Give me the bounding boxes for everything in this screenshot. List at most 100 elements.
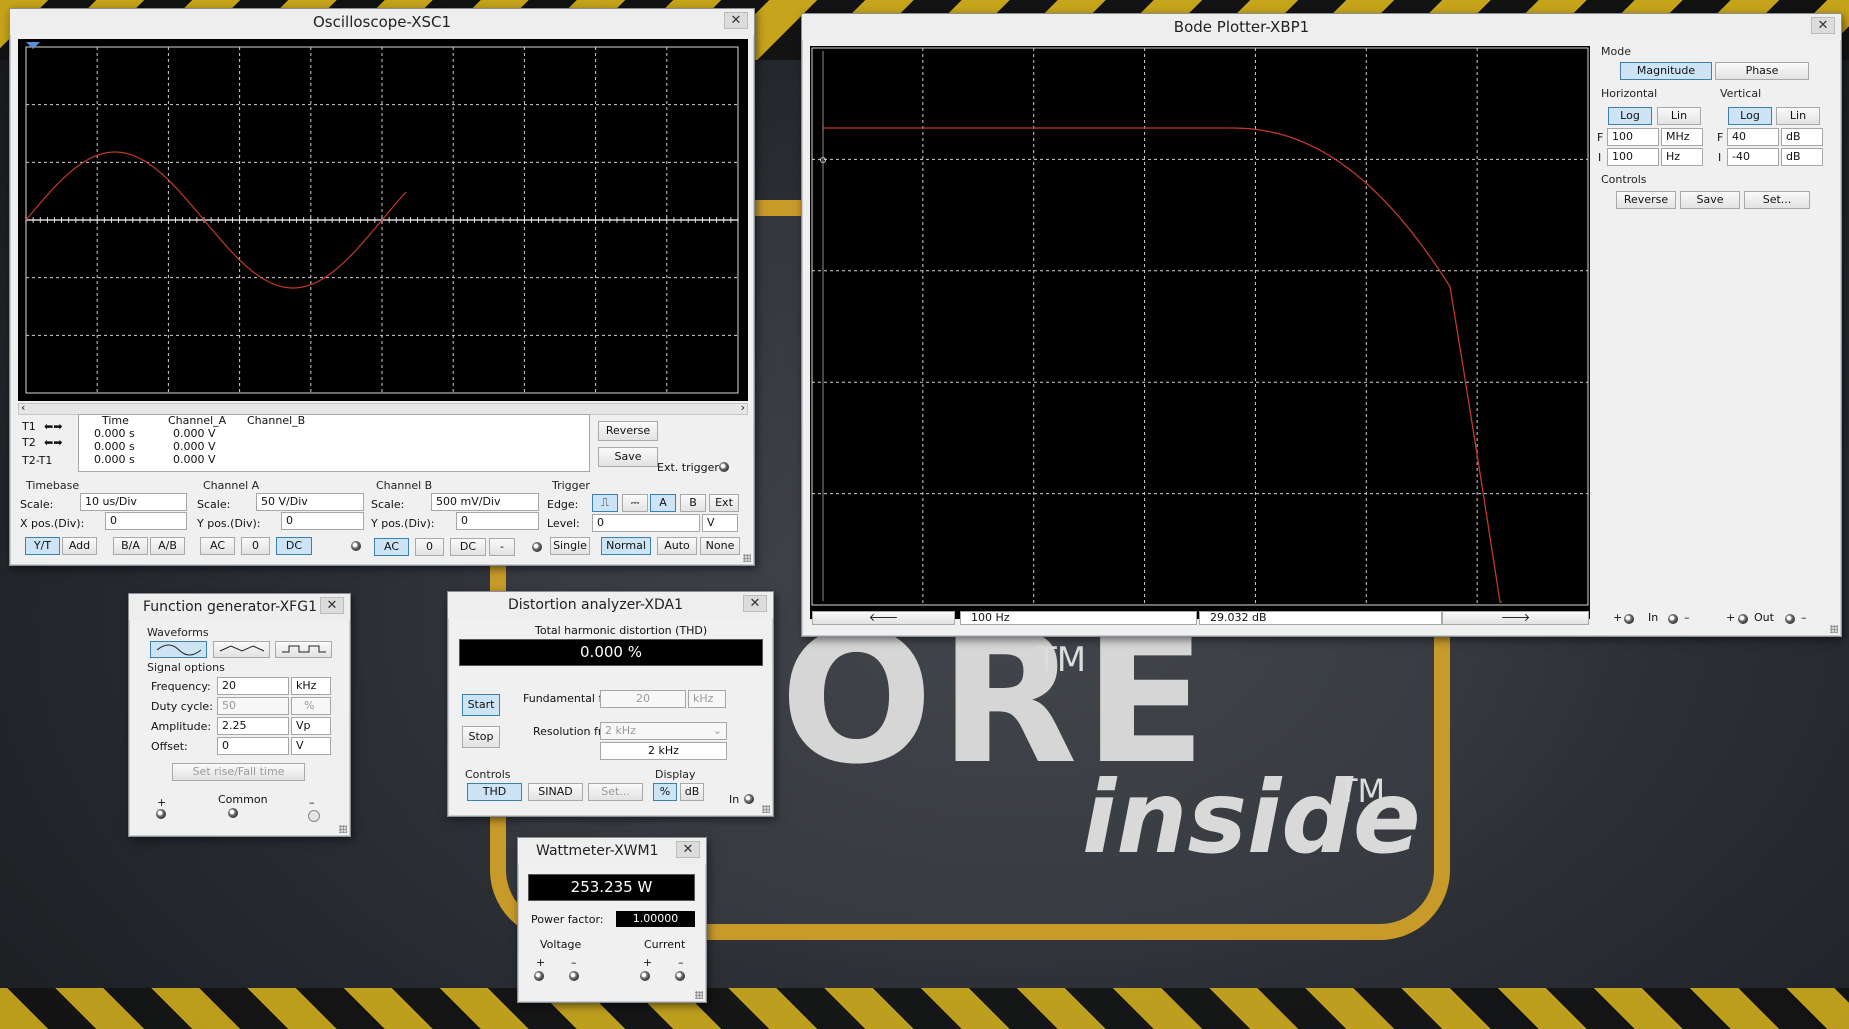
duty-cycle-field[interactable]: 50 bbox=[217, 697, 289, 715]
close-button[interactable]: ✕ bbox=[1811, 17, 1835, 34]
channel-a-terminal[interactable] bbox=[351, 541, 361, 551]
sinad-button[interactable]: SINAD bbox=[528, 783, 583, 801]
fundamental-freq-unit[interactable]: kHz bbox=[688, 690, 726, 708]
in-minus-terminal[interactable] bbox=[1668, 614, 1678, 624]
current-plus-terminal[interactable] bbox=[640, 971, 650, 981]
in-plus-terminal[interactable] bbox=[1624, 614, 1634, 624]
channel-a-dc-button[interactable]: DC bbox=[276, 537, 312, 555]
channel-b-terminal[interactable] bbox=[532, 542, 542, 552]
sine-wave-icon[interactable] bbox=[150, 641, 207, 658]
triangle-wave-icon[interactable] bbox=[213, 641, 270, 658]
arrow-right-icon[interactable]: ➡ bbox=[53, 436, 62, 449]
t2-arrows[interactable]: ⬅➡ bbox=[44, 436, 62, 449]
trigger-level-unit[interactable]: V bbox=[702, 514, 738, 532]
offset-field[interactable]: 0 bbox=[217, 737, 289, 755]
amplitude-unit[interactable]: Vp bbox=[291, 717, 331, 735]
bode-reverse-button[interactable]: Reverse bbox=[1616, 191, 1676, 209]
ext-trigger-terminal[interactable] bbox=[719, 462, 729, 472]
bode-save-button[interactable]: Save bbox=[1680, 191, 1740, 209]
phase-button[interactable]: Phase bbox=[1715, 62, 1809, 80]
frequency-field[interactable]: 20 bbox=[217, 677, 289, 695]
thd-button[interactable]: THD bbox=[467, 783, 522, 801]
current-minus-terminal[interactable] bbox=[675, 971, 685, 981]
db-button[interactable]: dB bbox=[680, 783, 704, 801]
trigger-source-b-button[interactable]: B bbox=[680, 494, 706, 512]
minus-terminal[interactable] bbox=[308, 810, 320, 822]
timebase-scale-field[interactable]: 10 us/Div bbox=[80, 493, 187, 511]
amplitude-field[interactable]: 2.25 bbox=[217, 717, 289, 735]
horizontal-initial-unit[interactable]: Hz bbox=[1661, 148, 1703, 166]
out-plus-terminal[interactable] bbox=[1738, 614, 1748, 624]
horizontal-final-unit[interactable]: MHz bbox=[1661, 128, 1703, 146]
scroll-left-icon[interactable]: ‹ bbox=[21, 401, 25, 414]
add-button[interactable]: Add bbox=[62, 537, 97, 555]
arrow-left-icon[interactable]: ⬅ bbox=[44, 436, 53, 449]
scroll-right-icon[interactable]: › bbox=[741, 401, 745, 414]
bode-screen[interactable] bbox=[810, 46, 1590, 619]
trigger-source-ext-button[interactable]: Ext bbox=[709, 494, 739, 512]
channel-a-ac-button[interactable]: AC bbox=[200, 537, 235, 555]
resize-grip-icon[interactable] bbox=[1830, 625, 1838, 633]
voltage-plus-terminal[interactable] bbox=[534, 971, 544, 981]
horizontal-initial-field[interactable]: 100 bbox=[1607, 148, 1659, 166]
reverse-button[interactable]: Reverse bbox=[598, 421, 658, 441]
channel-b-dc-button[interactable]: DC bbox=[450, 538, 486, 556]
common-terminal[interactable] bbox=[228, 808, 238, 818]
cursor-right-arrow[interactable]: 🡒 bbox=[1442, 611, 1589, 625]
arrow-left-icon[interactable]: ⬅ bbox=[44, 420, 53, 433]
duty-cycle-unit[interactable]: % bbox=[291, 697, 331, 715]
percent-button[interactable]: % bbox=[653, 783, 677, 801]
trigger-normal-button[interactable]: Normal bbox=[601, 537, 651, 555]
resize-grip-icon[interactable] bbox=[743, 554, 751, 562]
vertical-initial-field[interactable]: -40 bbox=[1727, 148, 1779, 166]
start-button[interactable]: Start bbox=[462, 694, 500, 716]
close-button[interactable]: ✕ bbox=[724, 12, 748, 29]
out-minus-terminal[interactable] bbox=[1785, 614, 1795, 624]
close-button[interactable]: ✕ bbox=[676, 841, 700, 858]
rising-edge-icon[interactable]: ⎍ bbox=[592, 494, 618, 512]
falling-edge-icon[interactable]: ⎓ bbox=[622, 494, 648, 512]
frequency-unit[interactable]: kHz bbox=[291, 677, 331, 695]
channel-b-zero-button[interactable]: 0 bbox=[415, 538, 444, 556]
resize-grip-icon[interactable] bbox=[339, 825, 347, 833]
channel-b-ypos-field[interactable]: 0 bbox=[456, 512, 539, 530]
offset-unit[interactable]: V bbox=[291, 737, 331, 755]
horizontal-log-button[interactable]: Log bbox=[1608, 107, 1652, 125]
bode-set-button[interactable]: Set... bbox=[1744, 191, 1810, 209]
trigger-none-button[interactable]: None bbox=[700, 537, 740, 555]
trigger-source-a-button[interactable]: A bbox=[650, 494, 676, 512]
in-terminal[interactable] bbox=[744, 794, 754, 804]
vertical-log-button[interactable]: Log bbox=[1728, 107, 1772, 125]
channel-a-ypos-field[interactable]: 0 bbox=[281, 512, 364, 530]
channel-b-ac-button[interactable]: AC bbox=[374, 538, 409, 556]
vertical-initial-unit[interactable]: dB bbox=[1781, 148, 1823, 166]
square-wave-icon[interactable] bbox=[275, 641, 332, 658]
yt-button[interactable]: Y/T bbox=[25, 537, 60, 555]
close-button[interactable]: ✕ bbox=[743, 595, 767, 612]
oscilloscope-screen[interactable] bbox=[18, 39, 748, 401]
channel-a-scale-field[interactable]: 50 V/Div bbox=[256, 493, 364, 511]
resolution-freq-select[interactable]: 2 kHz ⌄ bbox=[600, 722, 727, 740]
vertical-final-field[interactable]: 40 bbox=[1727, 128, 1779, 146]
a-over-b-button[interactable]: A/B bbox=[150, 537, 185, 555]
set-button[interactable]: Set... bbox=[588, 783, 643, 801]
stop-button[interactable]: Stop bbox=[462, 726, 500, 748]
t1-arrows[interactable]: ⬅➡ bbox=[44, 420, 62, 433]
trigger-auto-button[interactable]: Auto bbox=[657, 537, 697, 555]
set-rise-fall-button[interactable]: Set rise/Fall time bbox=[172, 763, 305, 781]
b-over-a-button[interactable]: B/A bbox=[113, 537, 148, 555]
trigger-level-field[interactable]: 0 bbox=[592, 514, 700, 532]
vertical-lin-button[interactable]: Lin bbox=[1776, 107, 1820, 125]
channel-b-minus-button[interactable]: - bbox=[489, 538, 515, 556]
plus-terminal[interactable] bbox=[156, 809, 166, 819]
save-button[interactable]: Save bbox=[598, 447, 658, 467]
magnitude-button[interactable]: Magnitude bbox=[1620, 62, 1712, 80]
resize-grip-icon[interactable] bbox=[762, 805, 770, 813]
close-button[interactable]: ✕ bbox=[320, 597, 344, 614]
horizontal-lin-button[interactable]: Lin bbox=[1657, 107, 1701, 125]
fundamental-freq-field[interactable]: 20 bbox=[600, 690, 686, 708]
arrow-right-icon[interactable]: ➡ bbox=[53, 420, 62, 433]
channel-a-zero-button[interactable]: 0 bbox=[241, 537, 270, 555]
horizontal-final-field[interactable]: 100 bbox=[1607, 128, 1659, 146]
cursor-left-arrow[interactable]: 🡐 bbox=[812, 611, 955, 625]
